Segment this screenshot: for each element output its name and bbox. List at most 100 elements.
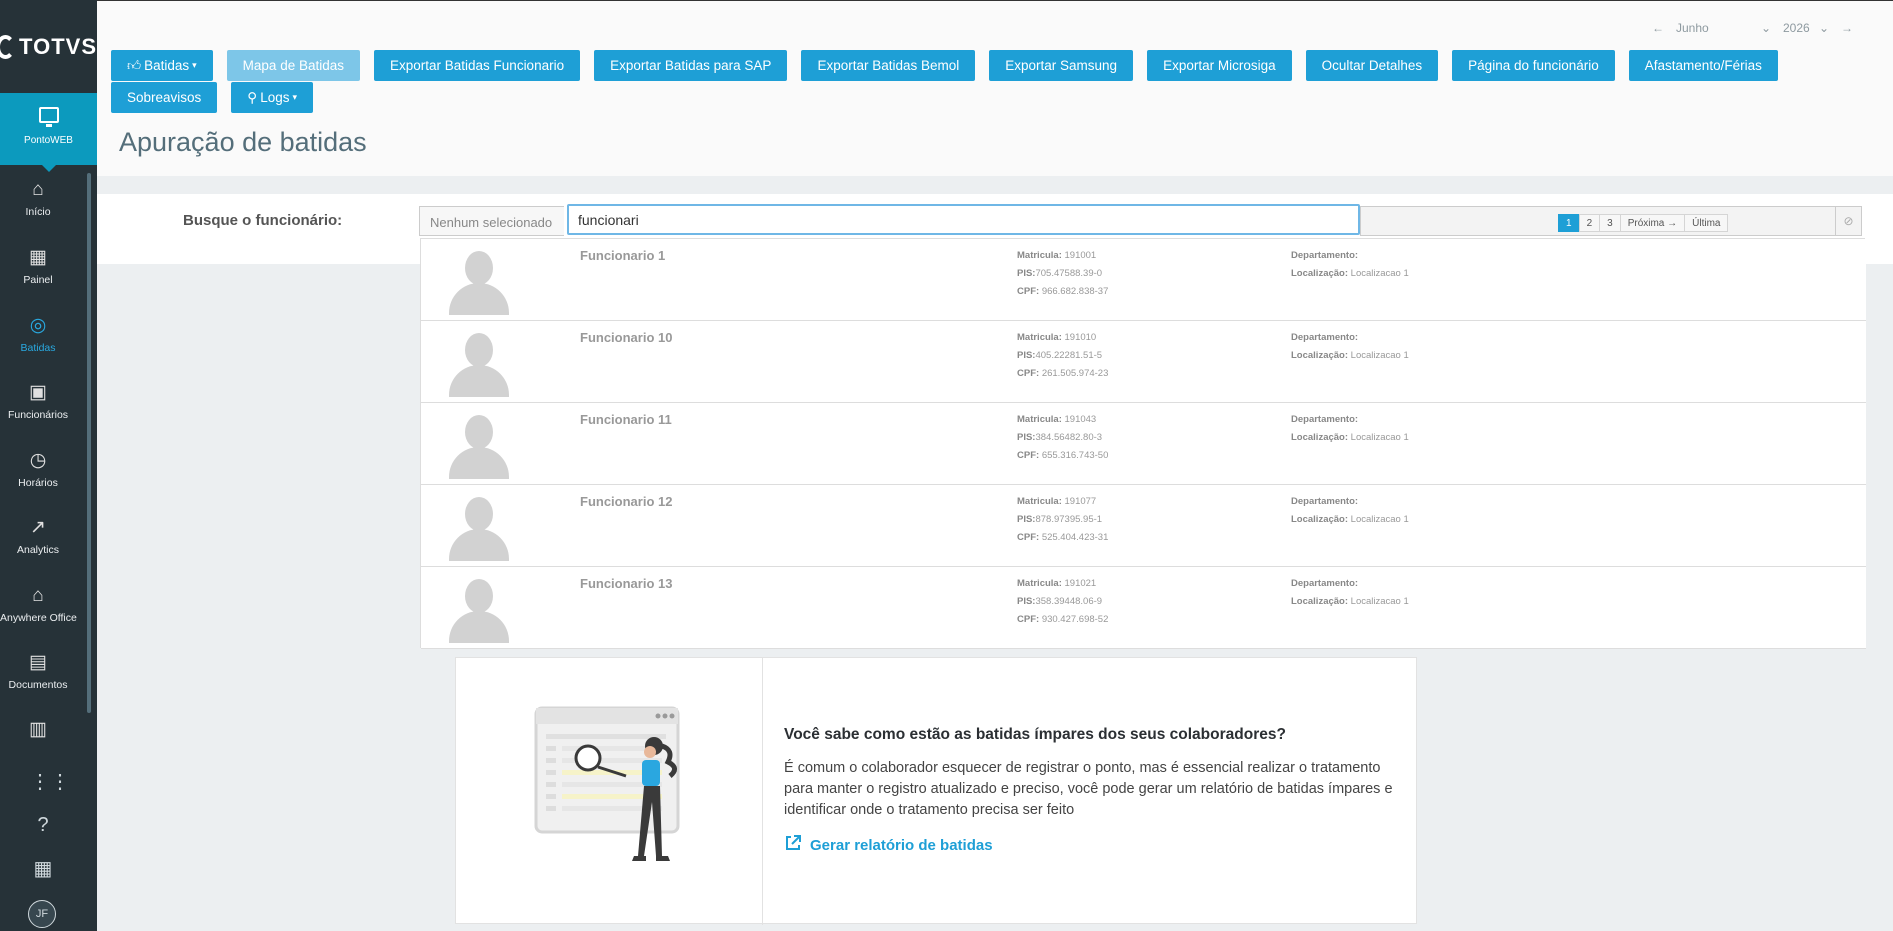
search-icon: ⚲: [247, 89, 258, 105]
page-1-button[interactable]: 1: [1558, 214, 1580, 232]
employee-ids: Matricula: 191021 PIS:358.39448.06-9 CPF…: [1017, 575, 1108, 629]
next-page-button[interactable]: Próxima →: [1619, 214, 1686, 232]
monitor-icon: [38, 107, 59, 127]
ocultar-detalhes-button[interactable]: Ocultar Detalhes: [1305, 50, 1439, 81]
eye-slash-icon[interactable]: ⊘: [1835, 207, 1861, 235]
mapa-de-batidas-button[interactable]: Mapa de Batidas: [226, 50, 360, 81]
last-page-button[interactable]: Última: [1684, 214, 1729, 232]
next-month-arrow-icon[interactable]: →: [1841, 21, 1853, 35]
totvs-logo-icon: [0, 35, 16, 59]
exportar-microsiga-button[interactable]: Exportar Microsiga: [1147, 50, 1292, 81]
employee-ids: Matricula: 191010 PIS:405.22281.51-5 CPF…: [1017, 329, 1108, 383]
list-item[interactable]: Funcionario 10 Matricula: 191010 PIS:405…: [421, 321, 1866, 403]
employee-location: Departamento: Localização: Localizacao 1: [1291, 329, 1409, 365]
cpf-label: CPF:: [1017, 286, 1040, 297]
sidebar-item-inicio[interactable]: ⌂ Início: [0, 180, 76, 242]
card-text: É comum o colaborador esquecer de regist…: [784, 760, 1393, 818]
pis-value: 358.39448.06-9: [1035, 596, 1103, 607]
header: ← Junho ⌄ 2026 ⌄ → 👍︎ Batidas ▾ Mapa de Ba…: [97, 0, 1893, 176]
sidebar-item-partial[interactable]: ▥: [0, 720, 76, 748]
cpf-value: 261.505.974-23: [1041, 368, 1109, 379]
document-icon: ▤: [29, 652, 47, 673]
list-item[interactable]: Funcionario 1 Matricula: 191001 PIS:705.…: [421, 239, 1866, 321]
selected-employee-display: Nenhum selecionado: [419, 206, 564, 236]
caret-down-icon: ▾: [292, 92, 297, 102]
sidebar-item-funcionarios[interactable]: ▣ Funcionários: [0, 383, 76, 445]
sidebar-item-label: Painel: [23, 274, 53, 286]
exportar-batidas-bemol-button[interactable]: Exportar Batidas Bemol: [801, 50, 976, 81]
list-item[interactable]: Funcionario 13 Matricula: 191021 PIS:358…: [421, 567, 1866, 649]
avatar[interactable]: JF: [28, 900, 56, 928]
localizacao-label: Localização:: [1291, 268, 1349, 279]
page-title: Apuração de batidas: [119, 127, 367, 157]
app-switcher-pontoweb[interactable]: PontoWEB: [0, 93, 97, 172]
clock-icon: ◷: [29, 450, 47, 471]
sidebar-item-horarios[interactable]: ◷ Horários: [0, 451, 76, 513]
employee-name: Funcionario 13: [580, 576, 673, 591]
month-select[interactable]: Junho ⌄: [1676, 21, 1771, 35]
employee-location: Departamento: Localização: Localizacao 1: [1291, 247, 1409, 283]
year-select[interactable]: 2026 ⌄: [1783, 21, 1829, 35]
totvs-logo[interactable]: TOTVS: [0, 30, 97, 64]
batidas-dropdown-button[interactable]: 👍︎ Batidas ▾: [111, 50, 213, 81]
badge-icon: ▣: [29, 382, 47, 403]
employee-photo-placeholder: [447, 247, 511, 315]
sidebar-item-analytics[interactable]: ↗ Analytics: [0, 518, 76, 580]
pis-label: PIS:: [1017, 432, 1036, 443]
employee-results-list: Funcionario 1 Matricula: 191001 PIS:705.…: [420, 238, 1866, 649]
departamento-label: Departamento:: [1291, 414, 1359, 425]
generate-report-link[interactable]: Gerar relatório de batidas: [784, 834, 993, 856]
pagina-do-funcionario-button[interactable]: Página do funcionário: [1452, 50, 1615, 81]
previous-month-arrow-icon[interactable]: ←: [1652, 21, 1664, 35]
sidebar-item-painel[interactable]: ▦ Painel: [0, 248, 76, 310]
caret-down-icon: ▾: [192, 60, 197, 70]
localizacao-label: Localização:: [1291, 514, 1349, 525]
calculator-icon: ▥: [29, 720, 47, 740]
departamento-label: Departamento:: [1291, 578, 1359, 589]
list-item[interactable]: Funcionario 11 Matricula: 191043 PIS:384…: [421, 403, 1866, 485]
matricula-value: 191043: [1064, 414, 1097, 425]
employee-photo-placeholder: [447, 329, 511, 397]
employee-ids: Matricula: 191077 PIS:878.97395.95-1 CPF…: [1017, 493, 1108, 547]
employee-name: Funcionario 12: [580, 494, 673, 509]
employee-name: Funcionario 10: [580, 330, 673, 345]
sidebar-item-batidas[interactable]: ◎ Batidas: [0, 316, 76, 378]
sidebar-scrollbar[interactable]: [87, 173, 91, 713]
logo-text: TOTVS: [19, 34, 97, 59]
employee-photo-placeholder: [447, 411, 511, 479]
action-toolbar: 👍︎ Batidas ▾ Mapa de Batidas Exportar Bati…: [111, 50, 1871, 114]
sidebar-item-documentos[interactable]: ▤ Documentos: [0, 653, 76, 715]
employee-ids: Matricula: 191001 PIS:705.47588.39-0 CPF…: [1017, 247, 1108, 301]
localizacao-value: Localizacao 1: [1350, 514, 1409, 525]
help-icon[interactable]: ?: [30, 812, 56, 838]
pis-label: PIS:: [1017, 514, 1036, 525]
cpf-label: CPF:: [1017, 532, 1040, 543]
afastamento-ferias-button[interactable]: Afastamento/Férias: [1628, 50, 1778, 81]
localizacao-value: Localizacao 1: [1350, 432, 1409, 443]
cpf-label: CPF:: [1017, 614, 1040, 625]
sidebar-item-anywhere-office[interactable]: ⌂ Anywhere Office: [0, 586, 77, 648]
matricula-label: Matricula:: [1017, 250, 1062, 261]
page-3-button[interactable]: 3: [1599, 214, 1621, 232]
card-title: Você sabe como estão as batidas ímpares …: [784, 726, 1286, 743]
period-selector: ← Junho ⌄ 2026 ⌄ →: [1652, 21, 1853, 35]
list-item[interactable]: Funcionario 12 Matricula: 191077 PIS:878…: [421, 485, 1866, 567]
sobreavisos-button[interactable]: Sobreavisos: [111, 82, 218, 113]
employee-location: Departamento: Localização: Localizacao 1: [1291, 493, 1409, 529]
active-app-pointer: [42, 165, 56, 172]
employee-search-input[interactable]: [567, 204, 1360, 235]
card-divider: [762, 658, 763, 925]
home-icon: ⌂: [32, 179, 44, 200]
matricula-label: Matricula:: [1017, 332, 1062, 343]
page-2-button[interactable]: 2: [1578, 214, 1601, 232]
magnifier-illustration: [534, 706, 680, 861]
exportar-batidas-funcionario-button[interactable]: Exportar Batidas Funcionario: [374, 50, 581, 81]
chevron-down-icon: ⌄: [1760, 21, 1771, 35]
year-value: 2026: [1783, 21, 1810, 35]
company-icon[interactable]: ▦: [30, 856, 56, 882]
apps-grid-icon[interactable]: ⋮⋮: [30, 769, 70, 795]
exportar-samsung-button[interactable]: Exportar Samsung: [989, 50, 1134, 81]
odd-punches-info-card: Você sabe como estão as batidas ímpares …: [455, 657, 1417, 925]
logs-dropdown-button[interactable]: ⚲ Logs ▾: [231, 82, 313, 113]
exportar-batidas-sap-button[interactable]: Exportar Batidas para SAP: [594, 50, 788, 81]
